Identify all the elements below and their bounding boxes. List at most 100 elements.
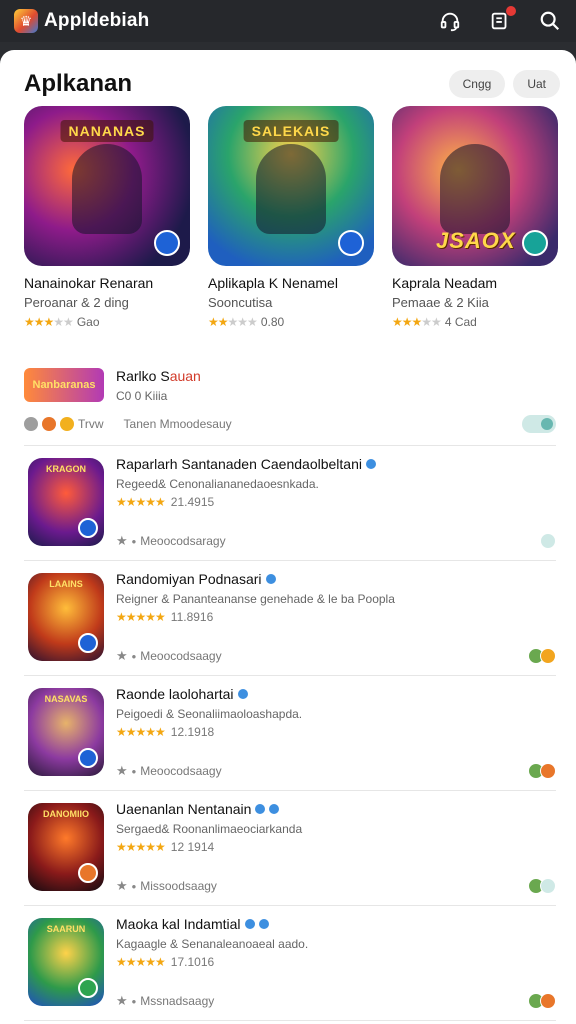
list-item-title: Randomiyan Podnasari: [116, 571, 276, 587]
bullet-icon: •: [131, 648, 137, 664]
install-toggle[interactable]: [528, 992, 556, 1010]
install-toggle[interactable]: [522, 415, 556, 433]
app-icon-image: NASAVAS: [28, 688, 104, 776]
title-text: Uaenanlan Nentanain: [116, 801, 252, 817]
app-icon-image: DANOMIIO: [28, 803, 104, 891]
verified-icon: [255, 804, 266, 814]
list-item-rating: ★★★★★ 17.1016: [116, 955, 214, 969]
card-rating: ★★★★★ 4 Cad: [392, 315, 558, 329]
install-toggle[interactable]: [528, 877, 556, 895]
title-text: Randomiyan Podnasari: [116, 571, 262, 587]
list-item-title: Raonde laolohartai: [116, 686, 248, 702]
install-toggle[interactable]: [528, 762, 556, 780]
toggle-icon: [540, 533, 556, 549]
card-title: Kaprala Neadam: [392, 275, 498, 291]
star-icon: ★: [116, 648, 128, 663]
verified-icon: [237, 689, 248, 699]
card-title: Aplikapla K Nenamel: [208, 275, 338, 291]
card-title: Nanainokar Renaran: [24, 275, 154, 291]
title-text: Raparlarh Santanaden Caendaolbeltani: [116, 456, 362, 472]
tag-icon: [24, 417, 38, 431]
bullet-icon: •: [131, 533, 137, 549]
install-toggle[interactable]: [540, 532, 556, 550]
rating-text: 17.1016: [170, 955, 215, 969]
list-item-desc: Sergaed& Roonanlimaeociarkanda: [116, 822, 303, 836]
rating-text: 12.1918: [170, 725, 215, 739]
rating-text: 11.8916: [170, 610, 214, 624]
main-sheet: Aplkanan Cngg Uat NANANAS Nanainokar Ren…: [0, 50, 576, 1024]
game-art-image: NANANAS: [24, 106, 190, 266]
app-icon-image: LAAINS: [28, 573, 104, 661]
verified-icon: [365, 459, 376, 469]
icon-logo-text: KRAGON: [46, 464, 86, 474]
featured-card[interactable]: JSAOX Kaprala Neadam Pemaae & 2 Kiia ★★★…: [392, 106, 558, 329]
list-item-footer: ★ • Meoocodsaagy: [116, 647, 556, 665]
hero-figure: [72, 144, 142, 235]
title-accent: auan: [169, 368, 201, 384]
toggle-knob-icon: [541, 418, 553, 430]
app-badge-icon: [78, 863, 98, 883]
footer-text: Tanen Mmoodesauy: [123, 417, 232, 431]
app-list: Nanbaranas Rarlko Sauan C0 0 Kiiia Trvw …: [24, 362, 556, 1021]
rating-stars-icon: ★★★★★: [208, 315, 258, 329]
app-badge-icon: [78, 978, 98, 998]
mini-label: Trvw: [78, 417, 104, 431]
app-badge-icon: [78, 633, 98, 653]
footer-text: Meoocodsaagy: [140, 649, 222, 663]
card-subtitle: Sooncutisa: [208, 295, 273, 310]
list-item-desc: Reigner & Pananteananse genehade & le ba…: [116, 592, 395, 606]
tag-icon: [60, 417, 74, 431]
app-logo-icon[interactable]: ♛: [14, 9, 38, 33]
app-badge-icon: [154, 230, 180, 256]
rating-stars-icon: ★★★★★: [116, 955, 166, 969]
headset-icon[interactable]: [438, 9, 462, 33]
list-item-title: Rarlko Sauan: [116, 368, 201, 384]
list-item[interactable]: Nanbaranas Rarlko Sauan C0 0 Kiiia Trvw …: [24, 362, 556, 446]
verified-icon: [244, 919, 255, 929]
list-item-footer: Trvw Tanen Mmoodesauy: [24, 414, 556, 434]
icon-logo-text: NASAVAS: [44, 694, 88, 704]
list-item-desc: Regeed& Cenonaliananedaoesnkada.: [116, 477, 319, 491]
banner-thumbnail: Nanbaranas: [24, 368, 104, 402]
verified-icon: [265, 574, 276, 584]
featured-card[interactable]: SALEKAIS Aplikapla K Nenamel Sooncutisa …: [208, 106, 374, 329]
icon-logo-text: LAAINS: [49, 579, 83, 589]
star-icon: ★: [116, 993, 128, 1008]
list-item[interactable]: DANOMIIO Uaenanlan Nentanain Sergaed& Ro…: [24, 791, 556, 906]
game-art-image: SALEKAIS: [208, 106, 374, 266]
chip-filter[interactable]: Uat: [513, 70, 560, 98]
rating-text: 12 1914: [170, 840, 215, 854]
rating-text: Gao: [76, 315, 100, 329]
list-item-meta: C0 0 Kiiia: [116, 389, 168, 403]
featured-card[interactable]: NANANAS Nanainokar Renaran Peroanar & 2 …: [24, 106, 190, 329]
list-item[interactable]: NASAVAS Raonde laolohartai Peigoedi & Se…: [24, 676, 556, 791]
app-badge-icon: [522, 230, 548, 256]
game-art-image: JSAOX: [392, 106, 558, 266]
app-title: Appldebiah: [44, 10, 150, 31]
icon-logo-text: SAARUN: [46, 924, 86, 934]
verified-icon: [269, 804, 280, 814]
chip-filter[interactable]: Cngg: [448, 70, 506, 98]
list-item[interactable]: SAARUN Maoka kal Indamtial Kagaagle & Se…: [24, 906, 556, 1021]
notification-icon[interactable]: [488, 6, 516, 33]
bullet-icon: •: [131, 878, 137, 894]
verified-icon: [258, 919, 269, 929]
section-title: Aplkanan: [24, 70, 133, 97]
game-logo-banner: SALEKAIS: [243, 120, 339, 142]
top-actions: [438, 6, 562, 33]
bullet-icon: •: [131, 763, 137, 779]
rating-stars-icon: ★★★★★: [24, 315, 74, 329]
top-app-bar: ♛ Appldebiah: [0, 0, 576, 42]
hero-figure: [256, 144, 326, 235]
rating-text: 4 Cad: [444, 315, 477, 329]
search-icon[interactable]: [538, 9, 562, 33]
list-item-title: Maoka kal Indamtial: [116, 916, 269, 932]
bullet-icon: •: [131, 993, 137, 1009]
list-item[interactable]: KRAGON Raparlarh Santanaden Caendaolbelt…: [24, 446, 556, 561]
rating-stars-icon: ★★★★★: [116, 725, 166, 739]
install-toggle[interactable]: [528, 647, 556, 665]
section-header: Aplkanan Cngg Uat: [24, 64, 560, 104]
list-item-rating: ★★★★★ 21.4915: [116, 495, 214, 509]
list-item[interactable]: LAAINS Randomiyan Podnasari Reigner & Pa…: [24, 561, 556, 676]
list-item-title: Raparlarh Santanaden Caendaolbeltani: [116, 456, 376, 472]
